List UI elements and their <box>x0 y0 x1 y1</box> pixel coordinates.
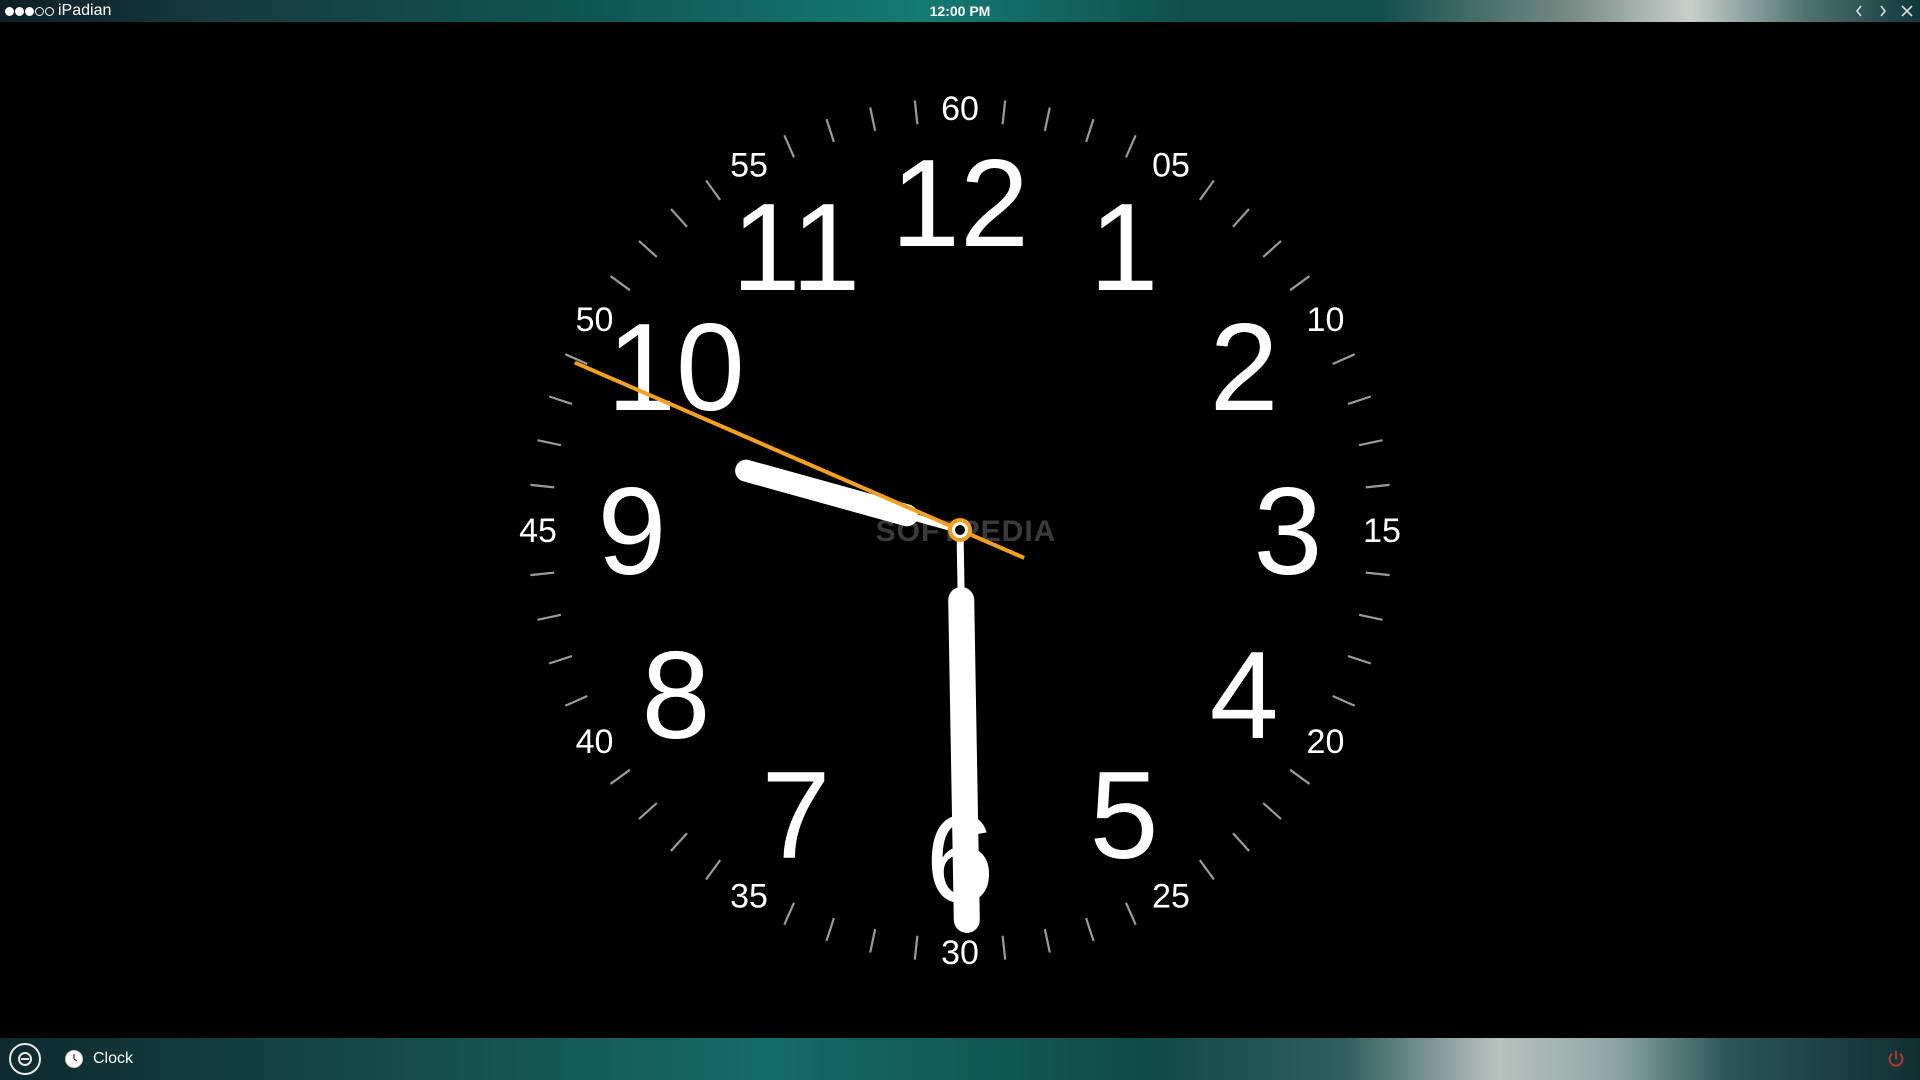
clock-icon <box>65 1050 83 1068</box>
minute-tick <box>548 655 573 665</box>
minute-tick <box>638 240 658 258</box>
minute-tick <box>1332 694 1356 707</box>
signal-dot <box>15 6 24 16</box>
minute-tick <box>1358 613 1383 621</box>
minute-tick <box>1232 832 1250 852</box>
chevron-left-icon <box>1855 5 1862 17</box>
minute-numeral: 30 <box>941 934 979 972</box>
minute-tick <box>537 613 562 621</box>
minute-tick <box>1262 802 1282 820</box>
hour-numeral: 7 <box>762 747 831 885</box>
status-bar: iPadian 12:00 PM <box>0 0 1920 22</box>
minute-tick <box>705 179 722 201</box>
analog-clock-face: 600510152025303540455055121234567891011S… <box>519 90 1401 972</box>
close-icon <box>1901 5 1913 17</box>
signal-dot <box>25 6 34 16</box>
hour-numeral: 1 <box>1090 179 1159 317</box>
chevron-right-icon <box>1880 5 1887 17</box>
forward-button[interactable] <box>1874 1 1892 21</box>
minute-hand <box>948 586 980 933</box>
minute-tick <box>564 694 588 707</box>
minute-tick <box>783 902 796 926</box>
hour-numeral: 2 <box>1210 299 1279 437</box>
minute-numeral: 20 <box>1307 723 1345 761</box>
ipadian-logo-icon <box>18 1052 32 1066</box>
close-button[interactable] <box>1898 1 1916 21</box>
window-controls <box>1850 1 1916 21</box>
minute-tick <box>1043 928 1051 953</box>
minute-tick <box>1289 275 1311 292</box>
minute-tick <box>1124 134 1137 158</box>
minute-tick <box>537 439 562 447</box>
hour-numeral: 4 <box>1210 627 1279 765</box>
minute-tick <box>638 802 658 820</box>
hour-numeral: 9 <box>598 463 667 601</box>
minute-tick <box>1001 100 1007 125</box>
power-button[interactable] <box>1886 1049 1906 1069</box>
minute-tick <box>1232 208 1250 228</box>
minute-tick <box>783 134 796 158</box>
minute-tick <box>670 208 688 228</box>
minute-tick <box>609 275 631 292</box>
minute-tick <box>913 100 919 125</box>
minute-tick <box>1085 917 1095 942</box>
minute-tick <box>609 768 631 785</box>
minute-tick <box>548 395 573 405</box>
taskbar-item-clock[interactable]: Clock <box>65 1050 133 1068</box>
minute-tick <box>530 571 555 577</box>
minute-tick <box>1001 935 1007 960</box>
minute-numeral: 45 <box>519 512 557 550</box>
hour-numeral: 5 <box>1090 747 1159 885</box>
minute-tick <box>1289 768 1311 785</box>
minute-tick <box>825 118 835 143</box>
minute-numeral: 10 <box>1307 301 1345 339</box>
minute-numeral: 15 <box>1363 512 1401 550</box>
minute-tick <box>1358 439 1383 447</box>
minute-tick <box>1043 107 1051 132</box>
minute-tick <box>1198 179 1215 201</box>
status-time: 12:00 PM <box>929 3 991 19</box>
minute-numeral: 60 <box>941 90 979 128</box>
minute-tick <box>1124 902 1137 926</box>
back-button[interactable] <box>1850 1 1868 21</box>
minute-tick <box>1198 859 1215 881</box>
center-pin <box>955 525 965 535</box>
minute-tick <box>869 928 877 953</box>
carrier-name: iPadian <box>58 2 112 19</box>
minute-tick <box>705 859 722 881</box>
signal-dot <box>5 6 14 16</box>
signal-dot <box>35 6 44 16</box>
minute-tick <box>1262 240 1282 258</box>
taskbar-item-label: Clock <box>93 1050 134 1067</box>
minute-tick <box>530 483 555 489</box>
hour-numeral: 10 <box>607 299 745 437</box>
signal-strength-icon <box>5 6 54 16</box>
minute-tick <box>1365 571 1390 577</box>
hour-numeral: 8 <box>641 627 710 765</box>
taskbar: Clock <box>0 1038 1920 1080</box>
minute-numeral: 40 <box>576 723 614 761</box>
minute-tick <box>825 917 835 942</box>
hour-numeral: 12 <box>891 135 1029 273</box>
minute-tick <box>670 832 688 852</box>
minute-tick <box>1347 655 1372 665</box>
power-icon <box>1888 1051 1904 1067</box>
signal-dot <box>45 6 54 16</box>
hour-numeral: 3 <box>1254 463 1323 601</box>
minute-tick <box>869 107 877 132</box>
hour-hand <box>735 459 919 527</box>
clock-app: 600510152025303540455055121234567891011S… <box>0 22 1920 1038</box>
start-button[interactable] <box>9 1043 41 1075</box>
minute-tick <box>1332 353 1356 366</box>
minute-tick <box>1365 483 1390 489</box>
minute-tick <box>913 935 919 960</box>
minute-tick <box>1085 118 1095 143</box>
hour-numeral: 11 <box>732 179 861 317</box>
minute-tick <box>1347 395 1372 405</box>
